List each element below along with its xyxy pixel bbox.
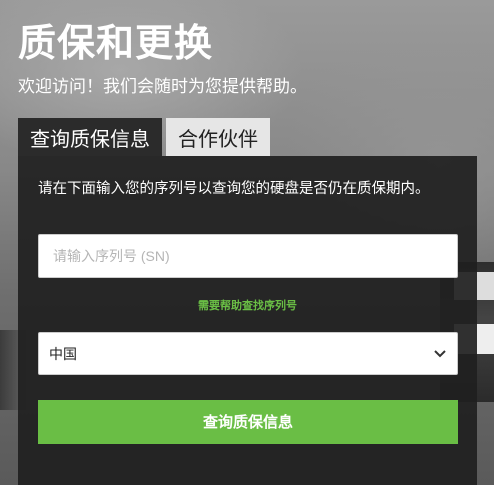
tab-warranty-check[interactable]: 查询质保信息 [18,118,162,156]
page-subtitle: 欢迎访问！我们会随时为您提供帮助。 [18,77,307,97]
find-serial-help-link[interactable]: 需要帮助查找序列号 [18,297,477,313]
check-warranty-button[interactable]: 查询质保信息 [38,400,458,444]
country-select-value: 中国 [49,346,77,363]
form-intro-text: 请在下面输入您的序列号以查询您的硬盘是否仍在质保期内。 [38,181,430,197]
country-select[interactable]: 中国 [38,332,458,375]
serial-number-input[interactable] [38,234,458,278]
tab-partners[interactable]: 合作伙伴 [166,118,270,156]
page-title: 质保和更换 [18,21,214,65]
warranty-form-panel: 请在下面输入您的序列号以查询您的硬盘是否仍在质保期内。 需要帮助查找序列号 中国… [18,156,477,485]
tab-bar: 查询质保信息 合作伙伴 [18,118,270,156]
chevron-down-icon [433,347,447,361]
